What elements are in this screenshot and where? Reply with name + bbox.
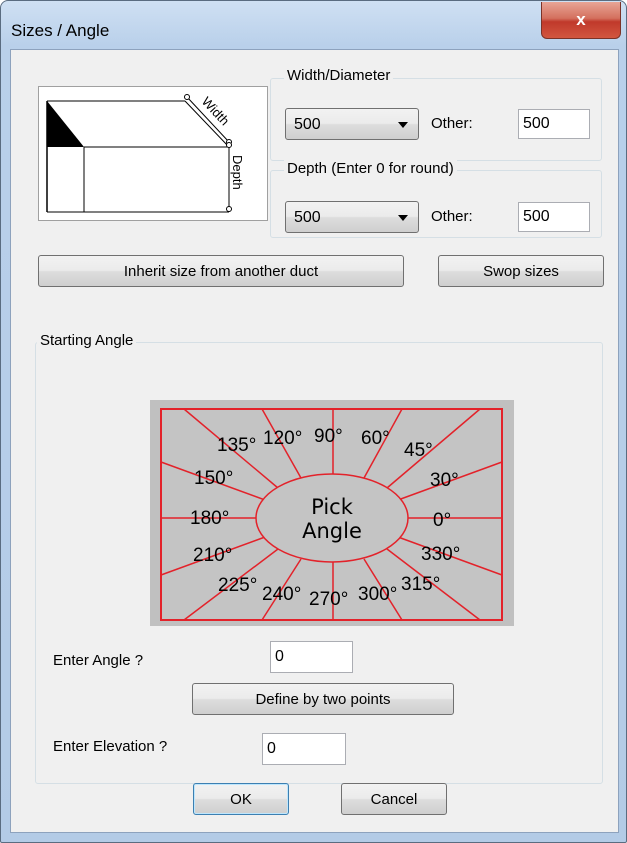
swap-sizes-button[interactable]: Swop sizes [438, 255, 604, 287]
dialog-body: Width Depth Width/Diameter 500 Other: 50… [10, 49, 619, 833]
width-other-label: Other: [431, 115, 473, 132]
chevron-down-icon [398, 122, 408, 128]
window-title: Sizes / Angle [11, 21, 110, 40]
width-other-input[interactable]: 500 [518, 109, 590, 139]
enter-elevation-label: Enter Elevation ? [53, 738, 168, 755]
angle-label-150[interactable]: 150° [194, 468, 233, 489]
duct-diagram: Width Depth [38, 86, 268, 221]
width-select[interactable]: 500 [285, 108, 419, 140]
starting-angle-label: Starting Angle [37, 332, 137, 349]
angle-label-30[interactable]: 30° [430, 470, 459, 491]
angle-label-45[interactable]: 45° [404, 440, 433, 461]
angle-label-0[interactable]: 0° [433, 510, 451, 531]
close-button[interactable]: x [541, 2, 621, 39]
inherit-size-button[interactable]: Inherit size from another duct [38, 255, 404, 287]
pick-angle-line2: Angle [302, 519, 362, 543]
angle-label-180[interactable]: 180° [190, 508, 229, 529]
depth-other-label: Other: [431, 208, 473, 225]
depth-select-value: 500 [294, 209, 321, 226]
angle-label-315[interactable]: 315° [401, 574, 440, 595]
angle-label-240[interactable]: 240° [262, 584, 301, 605]
duct-illustration: Width Depth [46, 94, 245, 213]
width-group-label: Width/Diameter [284, 67, 394, 84]
depth-dimension-label: Depth [230, 155, 245, 190]
depth-group-label: Depth (Enter 0 for round) [284, 160, 457, 177]
angle-label-225[interactable]: 225° [218, 575, 257, 596]
angle-label-120[interactable]: 120° [263, 428, 302, 449]
angle-label-60[interactable]: 60° [361, 428, 390, 449]
pick-angle-line1: Pick [311, 495, 354, 519]
angle-label-330[interactable]: 330° [421, 544, 460, 565]
cancel-button[interactable]: Cancel [341, 783, 447, 815]
angle-label-135[interactable]: 135° [217, 435, 256, 456]
width-select-value: 500 [294, 116, 321, 133]
depth-other-input[interactable]: 500 [518, 202, 590, 232]
enter-angle-input[interactable]: 0 [270, 641, 353, 673]
angle-label-270[interactable]: 270° [309, 589, 348, 610]
depth-select[interactable]: 500 [285, 201, 419, 233]
dialog-window: Sizes / Angle x Width Depth Width/Diamet… [0, 0, 627, 843]
angle-picker[interactable]: 0° 30° 45° 60° 90° 120° 135° 150° 180° 2… [150, 400, 514, 626]
angle-label-90[interactable]: 90° [314, 426, 343, 447]
angle-label-210[interactable]: 210° [193, 545, 232, 566]
enter-elevation-input[interactable]: 0 [262, 733, 346, 765]
ok-button[interactable]: OK [193, 783, 289, 815]
enter-angle-label: Enter Angle ? [53, 652, 144, 669]
define-by-two-points-button[interactable]: Define by two points [192, 683, 454, 715]
width-dimension-label: Width [199, 94, 233, 129]
angle-label-300[interactable]: 300° [358, 584, 397, 605]
chevron-down-icon [398, 215, 408, 221]
angle-picker-graphic: 0° 30° 45° 60° 90° 120° 135° 150° 180° 2… [160, 408, 503, 621]
